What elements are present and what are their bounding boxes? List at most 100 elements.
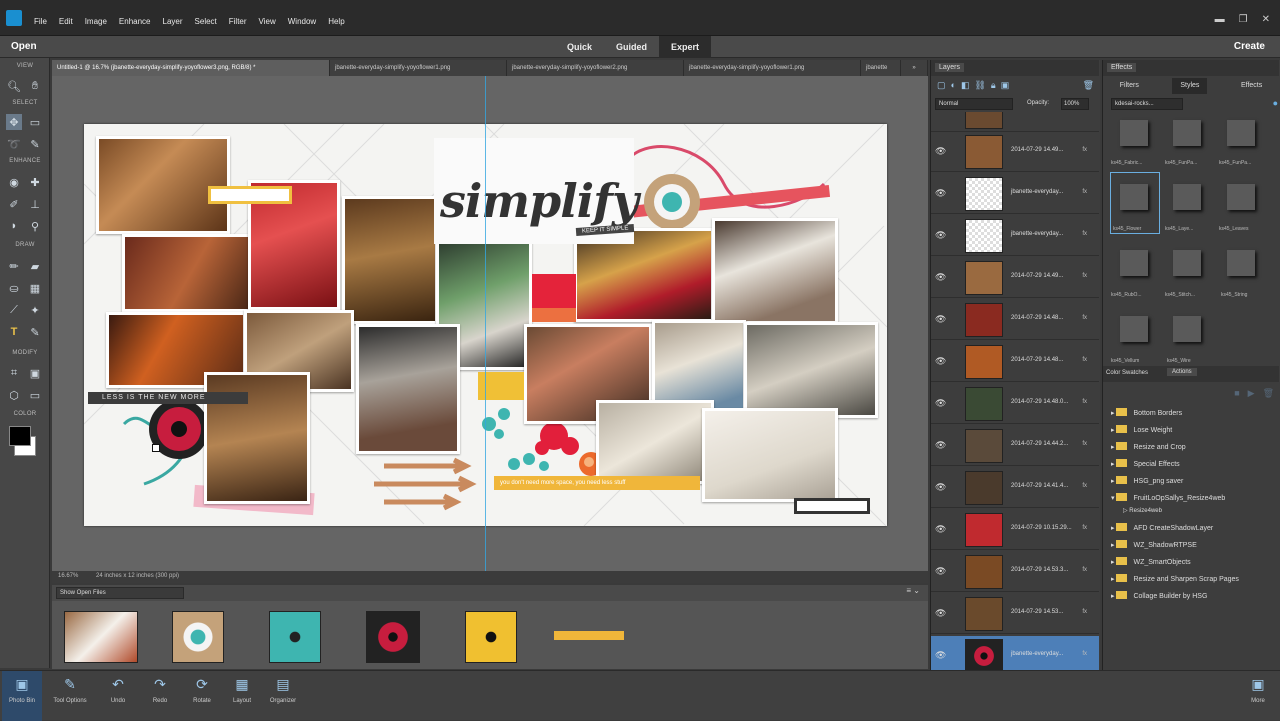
effects-subtab[interactable]: Effects [1241,78,1262,94]
healing-brush-icon[interactable]: ✚ [27,174,43,190]
visibility-eye-icon[interactable]: 👁︎ [935,272,946,283]
layer-row[interactable]: 👁︎ 2014-07-29 14.48... fx [931,342,1099,382]
custom-shape-icon[interactable]: ✦ [27,302,43,318]
visibility-eye-icon[interactable]: 👁︎ [935,440,946,451]
move-tool-icon[interactable]: ✥ [6,114,22,130]
zoom-tool-icon[interactable]: 🔍︎ [6,78,22,94]
marquee-tool-icon[interactable]: ▭ [27,114,43,130]
photo-binder[interactable] [596,400,714,484]
organizer-button[interactable]: ▤ Organizer [263,671,303,704]
menu-edit[interactable]: Edit [59,17,73,26]
tool-options-button[interactable]: ✎ Tool Options [50,671,90,704]
minimize-icon[interactable]: ▬ [1215,14,1225,25]
tab-overflow[interactable]: jbanette [861,60,901,76]
layer-row[interactable]: 👁︎ 2014-07-29 14.48... fx [931,300,1099,340]
layer-row[interactable]: 👁︎ jbanette-everyday... fx [931,174,1099,214]
photo-wood-shelf[interactable] [96,136,230,234]
photo-pantry[interactable] [342,196,438,324]
visibility-eye-icon[interactable]: 👁︎ [935,356,946,367]
brush-tool-icon[interactable]: ✏ [6,258,22,274]
mode-quick[interactable]: Quick [555,36,604,58]
action-item[interactable]: ▸ Bottom Borders [1111,408,1182,417]
bin-thumb-yoyo1[interactable] [172,611,224,663]
action-item[interactable]: ▸ Lose Weight [1111,425,1172,434]
stop-icon[interactable]: ■ [1234,388,1239,399]
layer-row-partial[interactable] [931,112,1099,132]
blur-tool-icon[interactable]: ◗ [6,218,22,234]
foreground-color-swatch[interactable] [9,426,31,446]
visibility-eye-icon[interactable]: 👁︎ [935,314,946,325]
lock-layer-icon[interactable]: 🔒︎ [991,80,996,91]
style-swatch[interactable] [1173,184,1201,210]
panel-menu-icon[interactable]: ● [1273,98,1278,108]
visibility-eye-icon[interactable]: 👁︎ [935,482,946,493]
recompose-tool-icon[interactable]: ▣ [27,365,43,381]
eyedropper-icon[interactable]: ⟋ [6,302,22,318]
style-swatch[interactable] [1227,250,1255,276]
color-swatches-tab[interactable]: Color Swatches [1106,370,1148,376]
hand-tool-icon[interactable]: ✋︎ [27,78,43,94]
style-swatch[interactable] [1120,250,1148,276]
action-item[interactable]: ▸ Collage Builder by HSG [1111,591,1207,600]
transform-handle[interactable] [152,444,160,452]
menu-filter[interactable]: Filter [229,17,247,26]
tab-untitled-1[interactable]: Untitled-1 @ 16.7% (jbanette-everyday-si… [52,60,330,76]
menu-select[interactable]: Select [195,17,217,26]
layer-row[interactable]: 👁︎ 2014-07-29 14.49... fx [931,132,1099,172]
canvas-area[interactable]: simplify KEEP IT SIMPLE LESS IS THE NEW … [52,76,928,571]
link-layers-icon[interactable]: ⛓ [974,80,985,91]
clone-stamp-icon[interactable]: ⊥ [27,196,43,212]
gradient-tool-icon[interactable]: ▦ [27,280,43,296]
visibility-eye-icon[interactable]: 👁︎ [935,146,946,157]
layers-tab[interactable]: Layers [935,63,965,72]
close-icon[interactable]: ✕ [1262,14,1270,25]
style-swatch[interactable] [1120,120,1148,146]
style-swatch[interactable] [1173,120,1201,146]
photo-closet-bins[interactable] [356,324,460,454]
layer-row[interactable]: 👁︎ 2014-07-29 14.49... fx [931,258,1099,298]
layer-row[interactable]: 👁︎ 2014-07-29 14.53... fx [931,594,1099,634]
actions-tab[interactable]: Actions [1167,368,1197,376]
tab-menu-icon[interactable]: » [901,60,928,76]
effects-tab[interactable]: Effects [1107,63,1137,72]
visibility-eye-icon[interactable]: 👁︎ [935,566,946,577]
create-button[interactable]: Create [1234,41,1265,52]
action-subitem[interactable]: ▷ Resize4web [1123,507,1162,514]
menu-help[interactable]: Help [328,17,344,26]
style-swatch[interactable] [1227,120,1255,146]
tab-yoyoflower2[interactable]: jbanette-everyday-simplify-yoyoflower2.p… [507,60,684,76]
crop-tool-icon[interactable]: ⌗ [6,365,22,381]
vertical-guide[interactable] [485,76,486,571]
pencil-tool-icon[interactable]: ✎ [27,324,43,340]
blend-mode-dropdown[interactable]: Normal [935,98,1013,110]
menu-image[interactable]: Image [85,17,107,26]
layer-mask-icon[interactable]: ◧ [961,80,970,91]
visibility-eye-icon[interactable]: 👁︎ [935,188,946,199]
bin-thumb-yoyo3[interactable] [366,611,420,663]
styles-tab[interactable]: Styles [1172,78,1208,94]
style-swatch[interactable] [1227,184,1255,210]
red-eye-icon[interactable]: ◉ [6,174,22,190]
menu-enhance[interactable]: Enhance [119,17,151,26]
smart-brush-icon[interactable]: ✐ [6,196,22,212]
action-item[interactable]: ▸ WZ_ShadowRTPSE [1111,540,1197,549]
type-tool-icon[interactable]: T [6,324,22,340]
action-item[interactable]: ▸ Resize and Crop [1111,442,1186,451]
bin-filter-dropdown[interactable]: Show Open Files [56,587,184,599]
menu-layer[interactable]: Layer [163,17,183,26]
restore-icon[interactable]: ❐ [1239,14,1248,25]
tab-yoyoflower1[interactable]: jbanette-everyday-simplify-yoyoflower1.p… [330,60,507,76]
filters-tab[interactable]: Filters [1120,78,1139,94]
new-layer-icon[interactable]: ▢ [937,80,946,91]
layer-row[interactable]: 👁︎ 2014-07-29 14.53.3... fx [931,552,1099,592]
layout-button[interactable]: ▦ Layout [222,671,262,704]
action-item[interactable]: ▸ Special Effects [1111,459,1180,468]
redo-button[interactable]: ↷ Redo [140,671,180,704]
more-button[interactable]: ▣ More [1238,671,1278,704]
bin-thumb-yoyo2[interactable] [269,611,321,663]
style-swatch[interactable] [1173,250,1201,276]
visibility-eye-icon[interactable]: 👁︎ [935,230,946,241]
action-item[interactable]: ▸ WZ_SmartObjects [1111,557,1191,566]
photo-box[interactable] [702,408,838,502]
bin-menu-icon[interactable]: ≡ ⌄ [906,586,920,595]
